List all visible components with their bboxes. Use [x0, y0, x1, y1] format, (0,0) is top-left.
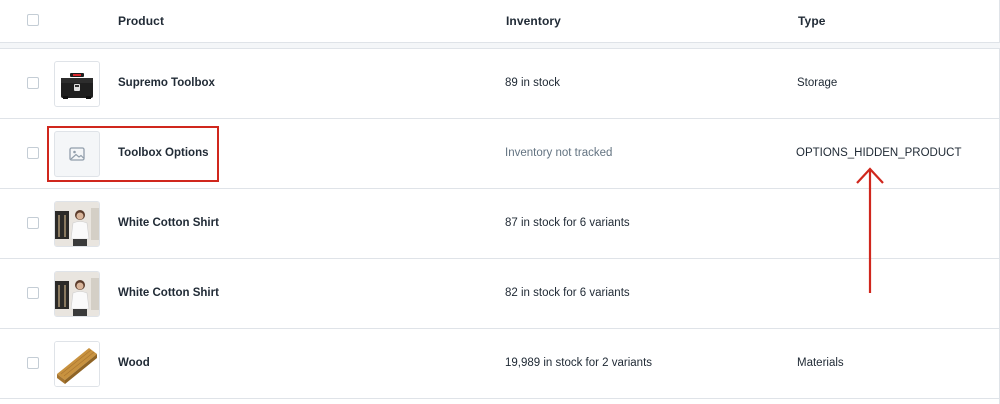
column-header-type[interactable]: Type — [798, 14, 826, 28]
shirt-photo — [55, 202, 99, 246]
table-row[interactable]: White Cotton Shirt 87 in stock for 6 var… — [0, 189, 1000, 259]
row-checkbox[interactable] — [27, 357, 39, 369]
product-thumbnail[interactable] — [54, 61, 100, 107]
product-name-link[interactable]: Wood — [118, 357, 150, 369]
product-name-link[interactable]: White Cotton Shirt — [118, 287, 219, 299]
product-type: OPTIONS_HIDDEN_PRODUCT — [796, 147, 962, 159]
table-row[interactable]: White Cotton Shirt 82 in stock for 6 var… — [0, 259, 1000, 329]
product-name-link[interactable]: Supremo Toolbox — [118, 77, 215, 89]
inventory-status: Inventory not tracked — [505, 147, 613, 159]
table-row[interactable]: Wood 19,989 in stock for 2 variants Mate… — [0, 329, 1000, 399]
up-arrow-annotation-icon — [856, 167, 884, 293]
product-type: Materials — [797, 357, 844, 369]
row-checkbox[interactable] — [27, 287, 39, 299]
product-type: Storage — [797, 77, 838, 89]
product-name-link[interactable]: White Cotton Shirt — [118, 217, 219, 229]
product-thumbnail[interactable] — [54, 341, 100, 387]
select-all-checkbox[interactable] — [27, 14, 39, 26]
highlight-annotation-box — [47, 126, 219, 182]
inventory-status: 82 in stock for 6 variants — [505, 287, 630, 299]
wood-plank-image — [55, 342, 99, 386]
product-thumbnail[interactable] — [54, 201, 100, 247]
inventory-status: 87 in stock for 6 variants — [505, 217, 630, 229]
row-checkbox[interactable] — [27, 77, 39, 89]
inventory-status: 19,989 in stock for 2 variants — [505, 357, 653, 369]
toolbox-image — [61, 73, 93, 99]
product-thumbnail[interactable] — [54, 271, 100, 317]
table-row[interactable]: Supremo Toolbox 89 in stock Storage — [0, 49, 1000, 119]
row-checkbox[interactable] — [27, 217, 39, 229]
column-header-inventory[interactable]: Inventory — [506, 14, 561, 28]
column-header-product[interactable]: Product — [118, 14, 164, 28]
row-checkbox[interactable] — [27, 147, 39, 159]
inventory-status: 89 in stock — [505, 77, 560, 89]
shirt-photo — [55, 272, 99, 316]
products-table: Product Inventory Type Supremo Toolbox 8… — [0, 0, 1000, 404]
table-header: Product Inventory Type — [0, 0, 1000, 43]
